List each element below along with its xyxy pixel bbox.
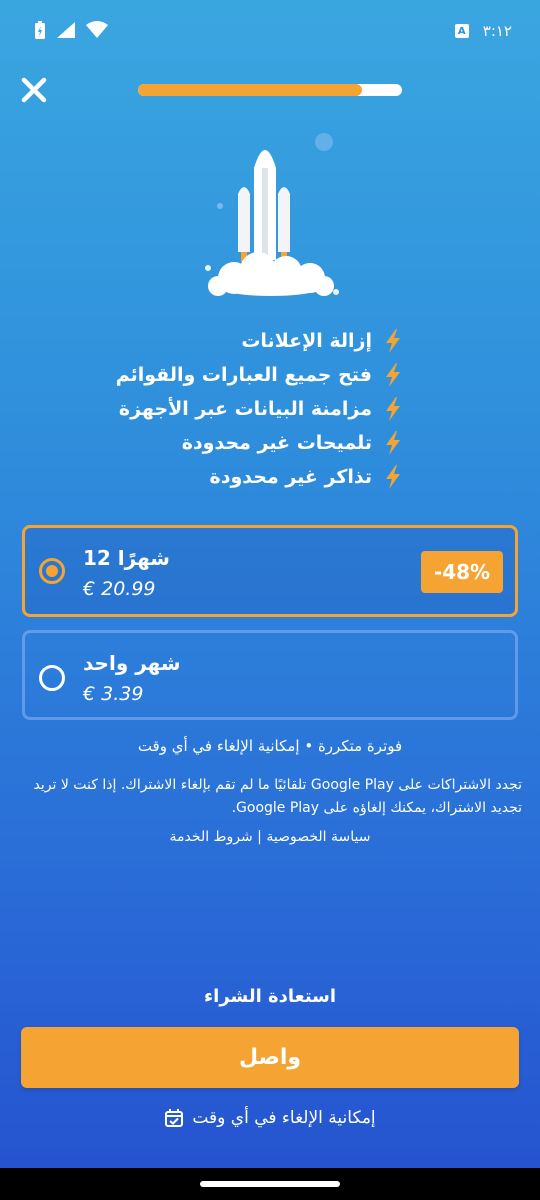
radio-selected-icon[interactable]	[39, 558, 65, 584]
progress-bar	[138, 84, 402, 96]
feature-item: تلميحات غير محدودة	[116, 426, 402, 460]
system-navigation-bar	[0, 1168, 540, 1200]
wifi-icon	[86, 21, 108, 38]
status-icons-right: A ٣:١٢	[454, 22, 512, 40]
feature-item: إزالة الإعلانات	[116, 324, 402, 358]
lightning-icon	[386, 363, 400, 387]
home-indicator[interactable]	[200, 1181, 340, 1187]
plan-option-12-months[interactable]: 12 شهرًا € 20.99 -48%	[22, 525, 518, 617]
lightning-icon	[386, 431, 400, 455]
lightning-icon	[386, 465, 400, 489]
close-icon	[21, 77, 47, 103]
close-button[interactable]	[18, 74, 50, 106]
plan-title: 12 شهرًا	[83, 546, 170, 570]
plan-price: € 3.39	[83, 683, 144, 705]
privacy-policy-link[interactable]: سياسة الخصوصية	[266, 829, 370, 845]
battery-icon	[35, 21, 45, 39]
lightning-icon	[386, 329, 400, 353]
cancel-anytime-row: إمكانية الإلغاء في أي وقت	[0, 1108, 540, 1128]
cancel-anytime-text: إمكانية الإلغاء في أي وقت	[192, 1108, 376, 1128]
plan-title: شهر واحد	[83, 651, 181, 675]
feature-text: تذاكر غير محدودة	[209, 466, 372, 488]
billing-note: فوترة متكررة • إمكانية الإلغاء في أي وقت	[137, 737, 403, 755]
rocket-illustration	[205, 133, 339, 296]
legal-links: سياسة الخصوصية | شروط الخدمة	[0, 829, 540, 845]
lightning-icon	[386, 397, 400, 421]
plan-option-1-month[interactable]: شهر واحد € 3.39	[22, 630, 518, 720]
feature-text: مزامنة البيانات عبر الأجهزة	[118, 398, 372, 420]
restore-purchase-button[interactable]: استعادة الشراء	[0, 986, 540, 1007]
renewal-note: تجدد الاشتراكات على Google Play تلقائيًا…	[33, 777, 522, 816]
status-icons-left	[34, 20, 108, 40]
calendar-check-icon	[165, 1109, 184, 1127]
feature-item: مزامنة البيانات عبر الأجهزة	[116, 392, 402, 426]
status-time: ٣:١٢	[482, 22, 512, 40]
accessibility-icon: A	[454, 24, 469, 38]
continue-button[interactable]: واصل	[21, 1027, 519, 1088]
feature-item: تذاكر غير محدودة	[116, 460, 402, 494]
feature-list: إزالة الإعلانات فتح جميع العبارات والقوا…	[116, 324, 402, 494]
feature-text: إزالة الإعلانات	[241, 330, 372, 352]
progress-fill	[138, 84, 363, 96]
terms-of-service-link[interactable]: شروط الخدمة	[170, 829, 253, 845]
radio-unselected-icon[interactable]	[39, 665, 65, 691]
plan-price: € 20.99	[83, 578, 156, 600]
discount-badge: -48%	[421, 551, 503, 593]
feature-text: فتح جميع العبارات والقوائم	[115, 364, 372, 386]
status-bar: A ٣:١٢	[0, 0, 540, 64]
feature-item: فتح جميع العبارات والقوائم	[116, 358, 402, 392]
signal-icon	[57, 22, 75, 38]
feature-text: تلميحات غير محدودة	[181, 432, 372, 454]
link-separator: |	[252, 829, 267, 845]
